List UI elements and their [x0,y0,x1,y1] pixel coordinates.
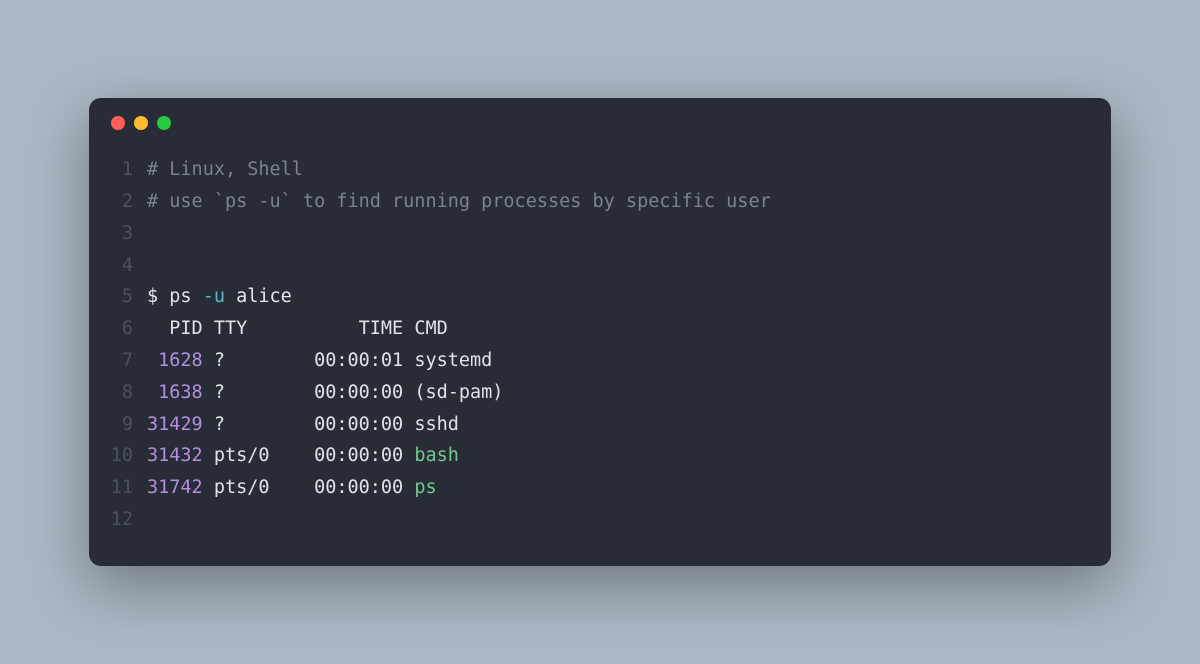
comment-text: # Linux, Shell [147,159,303,180]
line-content: 31429 ? 00:00:00 sshd [147,409,1111,441]
code-line: 2 # use `ps -u` to find running processe… [89,186,1111,218]
code-line: 7 1628 ? 00:00:01 systemd [89,345,1111,377]
process-tty: pts/0 [214,445,314,466]
line-content [147,504,1111,536]
code-line: 11 31742 pts/0 00:00:00 ps [89,472,1111,504]
code-line: 1 # Linux, Shell [89,154,1111,186]
code-line: 4 [89,250,1111,282]
process-time: 00:00:00 [314,414,414,435]
line-content: 31742 pts/0 00:00:00 ps [147,472,1111,504]
col-header-time: TIME [359,318,415,339]
line-number: 10 [89,440,147,472]
process-cmd: ps [414,477,436,498]
process-pid: 31429 [147,414,214,435]
process-pid: 1638 [147,382,214,403]
line-content: 31432 pts/0 00:00:00 bash [147,440,1111,472]
prompt-symbol: $ [147,286,169,307]
code-line: 6 PID TTY TIME CMD [89,313,1111,345]
line-content: 1628 ? 00:00:01 systemd [147,345,1111,377]
process-pid: 1628 [147,350,214,371]
col-header-pid: PID [147,318,214,339]
line-content [147,218,1111,250]
process-tty: ? [214,350,314,371]
line-number: 3 [89,218,147,250]
line-content: 1638 ? 00:00:00 (sd-pam) [147,377,1111,409]
close-icon[interactable] [111,116,125,130]
process-pid: 31432 [147,445,214,466]
window-title-bar [89,98,1111,130]
line-number: 8 [89,377,147,409]
code-area[interactable]: 1 # Linux, Shell 2 # use `ps -u` to find… [89,130,1111,566]
minimize-icon[interactable] [134,116,148,130]
process-cmd: sshd [414,414,459,435]
command-arg: alice [236,286,292,307]
process-time: 00:00:01 [314,350,414,371]
line-number: 7 [89,345,147,377]
line-number: 4 [89,250,147,282]
line-number: 9 [89,409,147,441]
line-number: 6 [89,313,147,345]
code-line: 5 $ ps -u alice [89,281,1111,313]
line-content: # use `ps -u` to find running processes … [147,186,1111,218]
process-tty: ? [214,414,314,435]
process-cmd: systemd [414,350,492,371]
process-time: 00:00:00 [314,477,414,498]
maximize-icon[interactable] [157,116,171,130]
code-line: 10 31432 pts/0 00:00:00 bash [89,440,1111,472]
process-tty: ? [214,382,314,403]
line-number: 12 [89,504,147,536]
line-content: $ ps -u alice [147,281,1111,313]
line-number: 2 [89,186,147,218]
line-content: PID TTY TIME CMD [147,313,1111,345]
line-content [147,250,1111,282]
command-flag: -u [203,286,236,307]
line-number: 11 [89,472,147,504]
process-cmd: (sd-pam) [414,382,503,403]
line-content: # Linux, Shell [147,154,1111,186]
line-number: 1 [89,154,147,186]
code-line: 8 1638 ? 00:00:00 (sd-pam) [89,377,1111,409]
process-tty: pts/0 [214,477,314,498]
process-cmd: bash [414,445,459,466]
command-name: ps [169,286,202,307]
code-line: 9 31429 ? 00:00:00 sshd [89,409,1111,441]
process-pid: 31742 [147,477,214,498]
terminal-window: 1 # Linux, Shell 2 # use `ps -u` to find… [89,98,1111,566]
process-time: 00:00:00 [314,382,414,403]
line-number: 5 [89,281,147,313]
code-line: 12 [89,504,1111,536]
comment-text: # use `ps -u` to find running processes … [147,191,771,212]
col-header-tty: TTY [214,318,359,339]
process-time: 00:00:00 [314,445,414,466]
code-line: 3 [89,218,1111,250]
col-header-cmd: CMD [414,318,447,339]
